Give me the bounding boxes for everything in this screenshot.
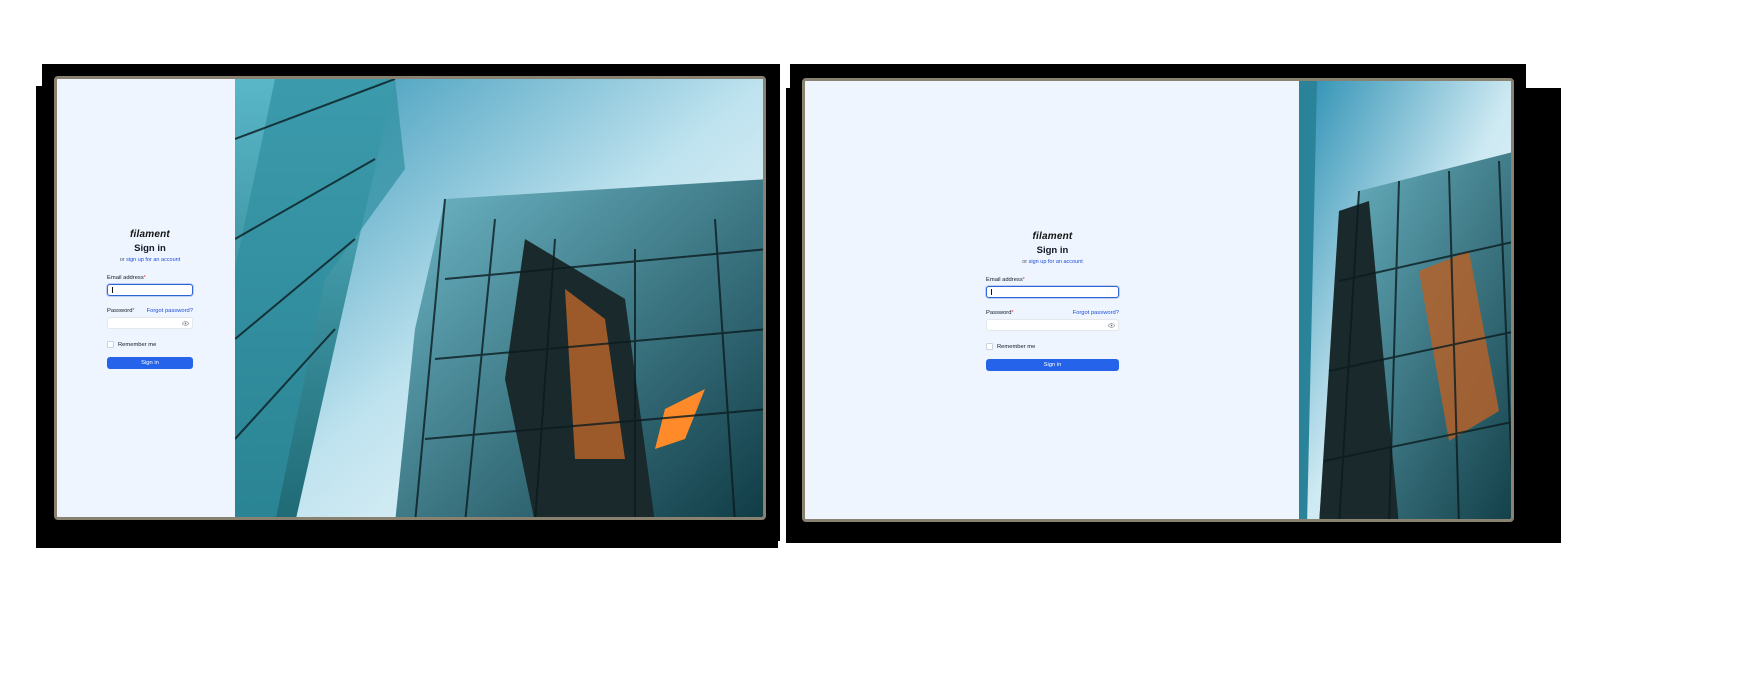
brand-logo: filament	[1032, 231, 1073, 242]
sign-in-button[interactable]: Sign in	[986, 359, 1119, 371]
form-panel: filament Sign in or sign up for an accou…	[57, 79, 235, 517]
email-label: Email address*	[986, 277, 1025, 283]
email-label: Email address*	[107, 275, 146, 281]
text-caret	[112, 287, 113, 293]
login-form: filament Sign in or sign up for an accou…	[107, 229, 193, 369]
remember-me-label: Remember me	[118, 341, 157, 348]
forgot-password-link[interactable]: Forgot password?	[147, 308, 193, 314]
email-field[interactable]	[986, 286, 1119, 298]
password-label-row: Password* Forgot password?	[986, 310, 1119, 316]
signup-link[interactable]: sign up for an account	[126, 257, 180, 263]
signup-line: or sign up for an account	[986, 259, 1119, 265]
page-title: Sign in	[1036, 245, 1069, 256]
remember-me-row: Remember me	[986, 343, 1119, 350]
signup-link[interactable]: sign up for an account	[1029, 259, 1083, 265]
remember-me-checkbox[interactable]	[986, 343, 993, 350]
eye-icon[interactable]	[182, 320, 189, 327]
password-field[interactable]	[986, 319, 1119, 331]
eye-icon[interactable]	[1108, 322, 1115, 329]
email-label-row: Email address*	[986, 277, 1119, 283]
page-title: Sign in	[134, 243, 166, 254]
text-caret	[991, 289, 992, 295]
background-photo	[1299, 81, 1511, 519]
email-field[interactable]	[107, 284, 193, 296]
sign-in-button[interactable]: Sign in	[107, 357, 193, 369]
login-screen-right: filament Sign in or sign up for an accou…	[802, 78, 1514, 522]
login-screen-left: filament Sign in or sign up for an accou…	[54, 76, 766, 520]
remember-me-row: Remember me	[107, 341, 193, 348]
background-photo	[235, 79, 763, 517]
password-field[interactable]	[107, 317, 193, 329]
remember-me-label: Remember me	[997, 343, 1036, 350]
email-label-row: Email address*	[107, 275, 193, 281]
remember-me-checkbox[interactable]	[107, 341, 114, 348]
form-panel: filament Sign in or sign up for an accou…	[805, 81, 1299, 519]
signup-prefix: or	[119, 257, 125, 263]
password-label: Password*	[986, 310, 1014, 316]
password-label: Password*	[107, 308, 135, 314]
login-form: filament Sign in or sign up for an accou…	[986, 231, 1119, 371]
forgot-password-link[interactable]: Forgot password?	[1073, 310, 1119, 316]
signup-line: or sign up for an account	[107, 257, 193, 263]
brand-logo: filament	[130, 229, 170, 240]
password-label-row: Password* Forgot password?	[107, 308, 193, 314]
signup-prefix: or	[1022, 259, 1028, 265]
